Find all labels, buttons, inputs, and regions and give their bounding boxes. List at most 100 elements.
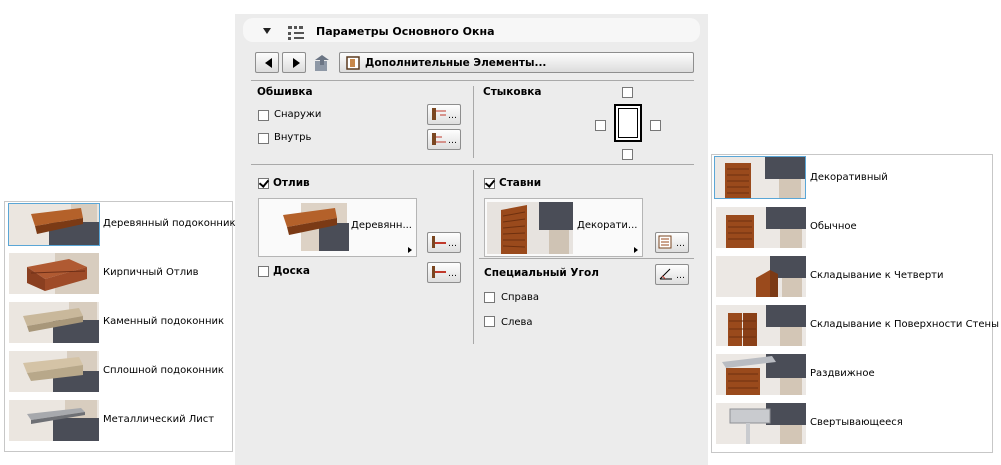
ellipsis-icon: … <box>676 271 685 281</box>
shutters-checkbox[interactable] <box>484 178 495 189</box>
junction-left-checkbox[interactable] <box>595 120 606 131</box>
right-checkbox[interactable] <box>484 292 495 303</box>
sill-picker-value: Деревянн... <box>351 220 412 231</box>
window-frame-icon <box>346 56 360 70</box>
list-item-fold-wall[interactable]: Складывание к Поверхности Стены <box>712 303 999 348</box>
list-item-metal-sheet[interactable]: Металлический Лист <box>5 398 232 443</box>
rolling-shutter-icon <box>716 403 806 444</box>
divider <box>251 164 694 165</box>
next-button[interactable] <box>282 52 306 73</box>
list-item-decorative[interactable]: Декоративный <box>712 156 992 201</box>
shutter-settings-button[interactable]: … <box>655 232 689 253</box>
angle-icon <box>659 268 672 280</box>
window-outline-icon <box>614 104 642 142</box>
shutters-label: Ставни <box>499 177 542 189</box>
decorative-shutter-icon <box>487 202 573 254</box>
wood-sill-icon <box>8 203 100 246</box>
ellipsis-icon: … <box>448 136 457 146</box>
left-checkbox[interactable] <box>484 316 495 327</box>
inside-checkbox[interactable] <box>258 133 269 144</box>
inside-label: Внутрь <box>274 132 312 143</box>
shutter-grid-icon <box>658 235 672 249</box>
outside-checkbox[interactable] <box>258 110 269 121</box>
list-item-regular[interactable]: Обычное <box>712 205 992 250</box>
special-corner-label: Специальный Угол <box>484 267 599 279</box>
divider <box>251 80 694 81</box>
board-settings-button[interactable]: … <box>427 262 461 283</box>
trim-profile-icon <box>432 108 446 120</box>
wood-sill-icon <box>283 203 349 251</box>
fold-to-wall-icon <box>716 305 806 346</box>
window-settings-panel: Параметры Основного Окна Дополнительные … <box>235 14 708 465</box>
shutter-item-label: Декоративный <box>810 172 888 183</box>
divider <box>473 86 474 158</box>
list-item-wood-sill[interactable]: Деревянный подоконник <box>5 202 236 247</box>
sliding-shutter-icon <box>716 354 806 395</box>
shutter-picker-value: Декорати... <box>577 220 638 231</box>
ellipsis-icon: … <box>448 239 457 249</box>
panel-title: Параметры Основного Окна <box>316 25 495 38</box>
extra-elements-button[interactable]: Дополнительные Элементы... <box>339 52 694 73</box>
inside-trim-button[interactable]: … <box>427 129 461 150</box>
regular-shutter-icon <box>716 207 806 248</box>
stone-sill-icon <box>9 302 99 343</box>
picker-expand-icon <box>634 247 638 253</box>
list-item-brick-sill[interactable]: Кирпичный Отлив <box>5 251 232 296</box>
list-item-solid-sill[interactable]: Сплошной подоконник <box>5 349 232 394</box>
window-params-icon <box>288 26 304 40</box>
metal-sheet-icon <box>9 400 99 441</box>
fold-to-quarter-icon <box>716 256 806 297</box>
special-corner-button[interactable]: … <box>655 264 689 285</box>
collapse-triangle-icon[interactable] <box>263 28 271 34</box>
list-item-sliding[interactable]: Раздвижное <box>712 352 992 397</box>
brick-sill-icon <box>9 253 99 294</box>
extra-elements-label: Дополнительные Элементы... <box>365 57 547 69</box>
shutter-item-label: Складывание к Поверхности Стены <box>810 319 999 330</box>
sill-profile-icon <box>432 236 446 248</box>
shutter-item-label: Складывание к Четверти <box>810 270 944 281</box>
list-item-stone-sill[interactable]: Каменный подоконник <box>5 300 232 345</box>
ellipsis-icon: … <box>448 269 457 279</box>
arrow-left-icon <box>265 58 272 68</box>
shutter-type-list: Декоративный Обычное Складывание к Четве… <box>711 154 999 453</box>
sill-type-list: Деревянный подоконник Кирпичный Отлив Ка… <box>4 201 236 452</box>
left-label: Слева <box>501 317 533 328</box>
arrow-right-icon <box>293 58 300 68</box>
sill-item-label: Кирпичный Отлив <box>103 267 199 278</box>
sill-type-picker[interactable]: Деревянн... <box>258 198 417 257</box>
sill-item-label: Каменный подоконник <box>103 316 225 327</box>
sill-item-label: Металлический Лист <box>103 414 215 425</box>
junction-top-checkbox[interactable] <box>622 87 633 98</box>
solid-sill-icon <box>9 351 99 392</box>
sill-checkbox[interactable] <box>258 178 269 189</box>
board-profile-icon <box>432 266 446 278</box>
ellipsis-icon: … <box>676 239 685 249</box>
ellipsis-icon: … <box>448 111 457 121</box>
outside-label: Снаружи <box>274 109 322 120</box>
shutter-item-label: Обычное <box>810 221 857 232</box>
board-checkbox[interactable] <box>258 266 269 277</box>
trim-section-label: Обшивка <box>257 86 313 98</box>
shutter-item-label: Свертывающееся <box>810 417 903 428</box>
list-item-fold-quarter[interactable]: Складывание к Четверти <box>712 254 992 299</box>
divider <box>473 170 474 344</box>
favorites-icon[interactable] <box>313 54 331 72</box>
prev-button[interactable] <box>255 52 279 73</box>
junction-bottom-checkbox[interactable] <box>622 149 633 160</box>
picker-expand-icon <box>408 247 412 253</box>
shutter-item-label: Раздвижное <box>810 368 875 379</box>
board-label: Доска <box>273 265 311 277</box>
sill-label: Отлив <box>273 177 310 189</box>
sill-settings-button[interactable]: … <box>427 232 461 253</box>
outside-trim-button[interactable]: … <box>427 104 461 125</box>
list-item-rolling[interactable]: Свертывающееся <box>712 401 992 446</box>
panel-header[interactable]: Параметры Основного Окна <box>243 18 700 42</box>
junction-right-checkbox[interactable] <box>650 120 661 131</box>
shutter-type-picker[interactable]: Декорати... <box>484 198 643 257</box>
divider <box>479 258 694 259</box>
sill-item-label: Сплошной подоконник <box>103 365 224 376</box>
right-label: Справа <box>501 292 540 303</box>
junction-section-label: Стыковка <box>483 86 542 98</box>
decorative-shutter-icon <box>714 156 806 199</box>
sill-item-label: Деревянный подоконник <box>103 218 236 229</box>
